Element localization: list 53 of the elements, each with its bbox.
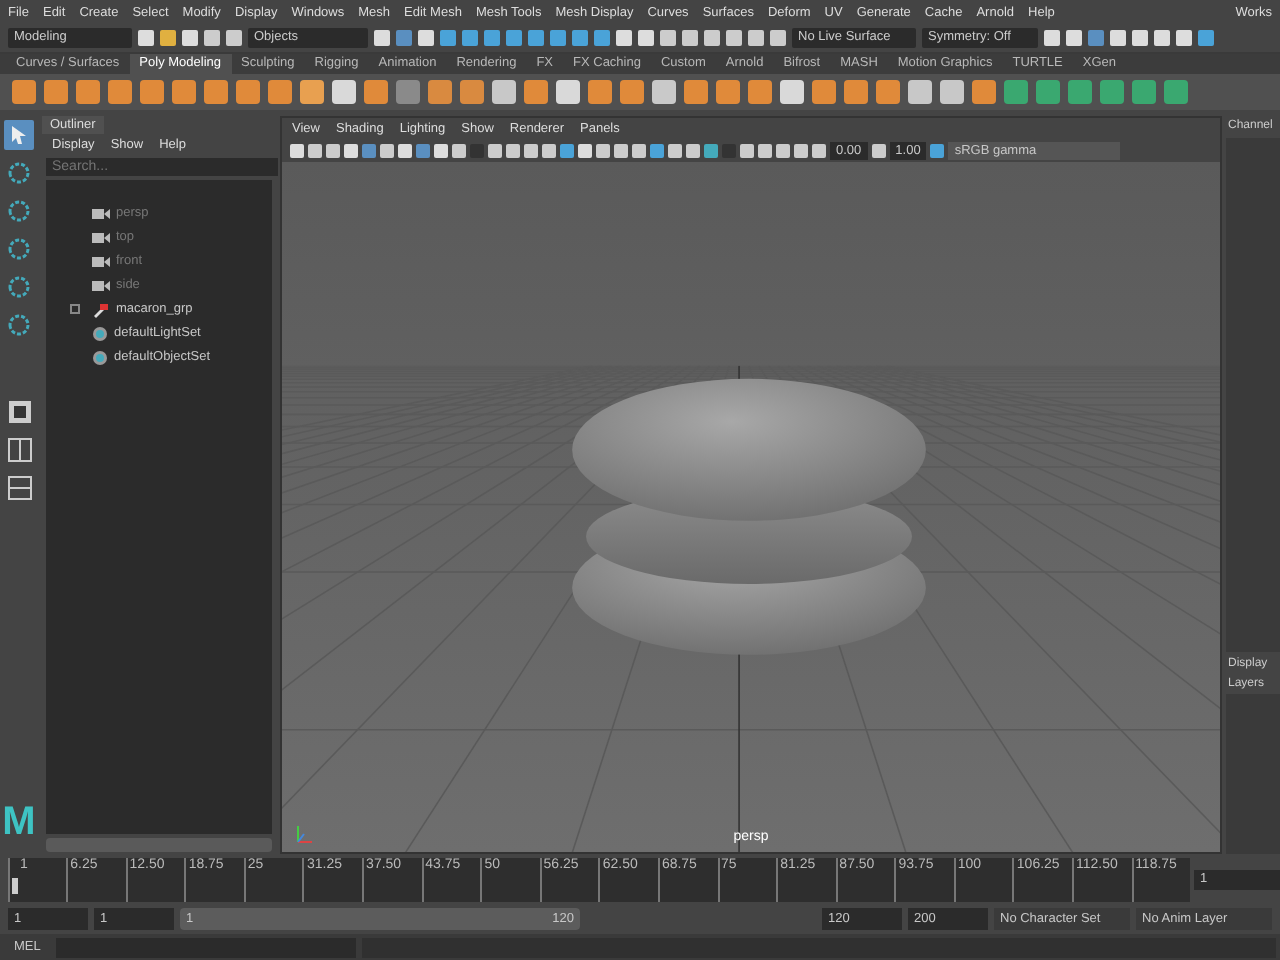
transform-icon [92, 301, 110, 317]
shelf-tool-icon[interactable] [108, 80, 132, 104]
shelf-tool-icon[interactable] [1164, 80, 1188, 104]
shelf-tool-icon[interactable] [1068, 80, 1092, 104]
shelf-tool-icon[interactable] [524, 80, 548, 104]
camera-icon [92, 255, 110, 267]
shelf-tool-icon[interactable] [44, 80, 68, 104]
shelf-tool-icon[interactable] [76, 80, 100, 104]
shelf-tool-icon[interactable] [844, 80, 868, 104]
shelf-tool-icon[interactable] [12, 80, 36, 104]
shelf-tool-icon[interactable] [268, 80, 292, 104]
layout-icon[interactable] [4, 396, 34, 426]
shelf-tool-icon[interactable] [1036, 80, 1060, 104]
logo: M [2, 802, 36, 842]
shelf-tool-icon[interactable] [940, 80, 964, 104]
shelf-tool-icon[interactable] [876, 80, 900, 104]
shelf-tool-icon[interactable] [780, 80, 804, 104]
shelf-tool-icon[interactable] [908, 80, 932, 104]
camera-icon [92, 279, 110, 291]
shelf-tool-icon[interactable] [1132, 80, 1156, 104]
shelf-tool-icon[interactable] [428, 80, 452, 104]
shelf-tool-icon[interactable] [588, 80, 612, 104]
shelf-tool-icon[interactable] [300, 80, 324, 104]
shelf-tool-icon[interactable] [684, 80, 708, 104]
shelf-tool-icon[interactable] [620, 80, 644, 104]
shelf-tool-icon[interactable] [1100, 80, 1124, 104]
shelf-tool-icon[interactable] [236, 80, 260, 104]
command-input-field[interactable] [56, 937, 357, 957]
shelf-tool-icon[interactable] [204, 80, 228, 104]
shelf-tool-icon[interactable] [364, 80, 388, 104]
gamma-icon[interactable] [871, 143, 886, 157]
playhead[interactable] [12, 878, 18, 894]
shelf-tool-icon[interactable] [396, 80, 420, 104]
shelf-tool-icon[interactable] [812, 80, 836, 104]
shelf-tool-icon[interactable] [748, 80, 772, 104]
shelf-tool-icon[interactable] [492, 80, 516, 104]
camera-icon [92, 207, 110, 219]
color-management-icon[interactable] [930, 143, 945, 157]
shelf-tool-icon[interactable] [332, 80, 356, 104]
shelf-tool-icon[interactable] [1004, 80, 1028, 104]
shelf-tool-icon[interactable] [652, 80, 676, 104]
axis-indicator-icon [294, 824, 314, 844]
layout-icon[interactable] [4, 434, 34, 464]
shelf-tool-icon[interactable] [972, 80, 996, 104]
expand-icon[interactable] [69, 304, 79, 314]
shelf-tool-icon[interactable] [556, 80, 580, 104]
camera-icon [92, 231, 110, 243]
shelf-tool-icon[interactable] [716, 80, 740, 104]
shelf-tool-icon[interactable] [172, 80, 196, 104]
shelf-tool-icon[interactable] [140, 80, 164, 104]
lasso-icon[interactable] [4, 158, 34, 188]
shelf-tool-icon[interactable] [460, 80, 484, 104]
layout-icon[interactable] [4, 472, 34, 502]
